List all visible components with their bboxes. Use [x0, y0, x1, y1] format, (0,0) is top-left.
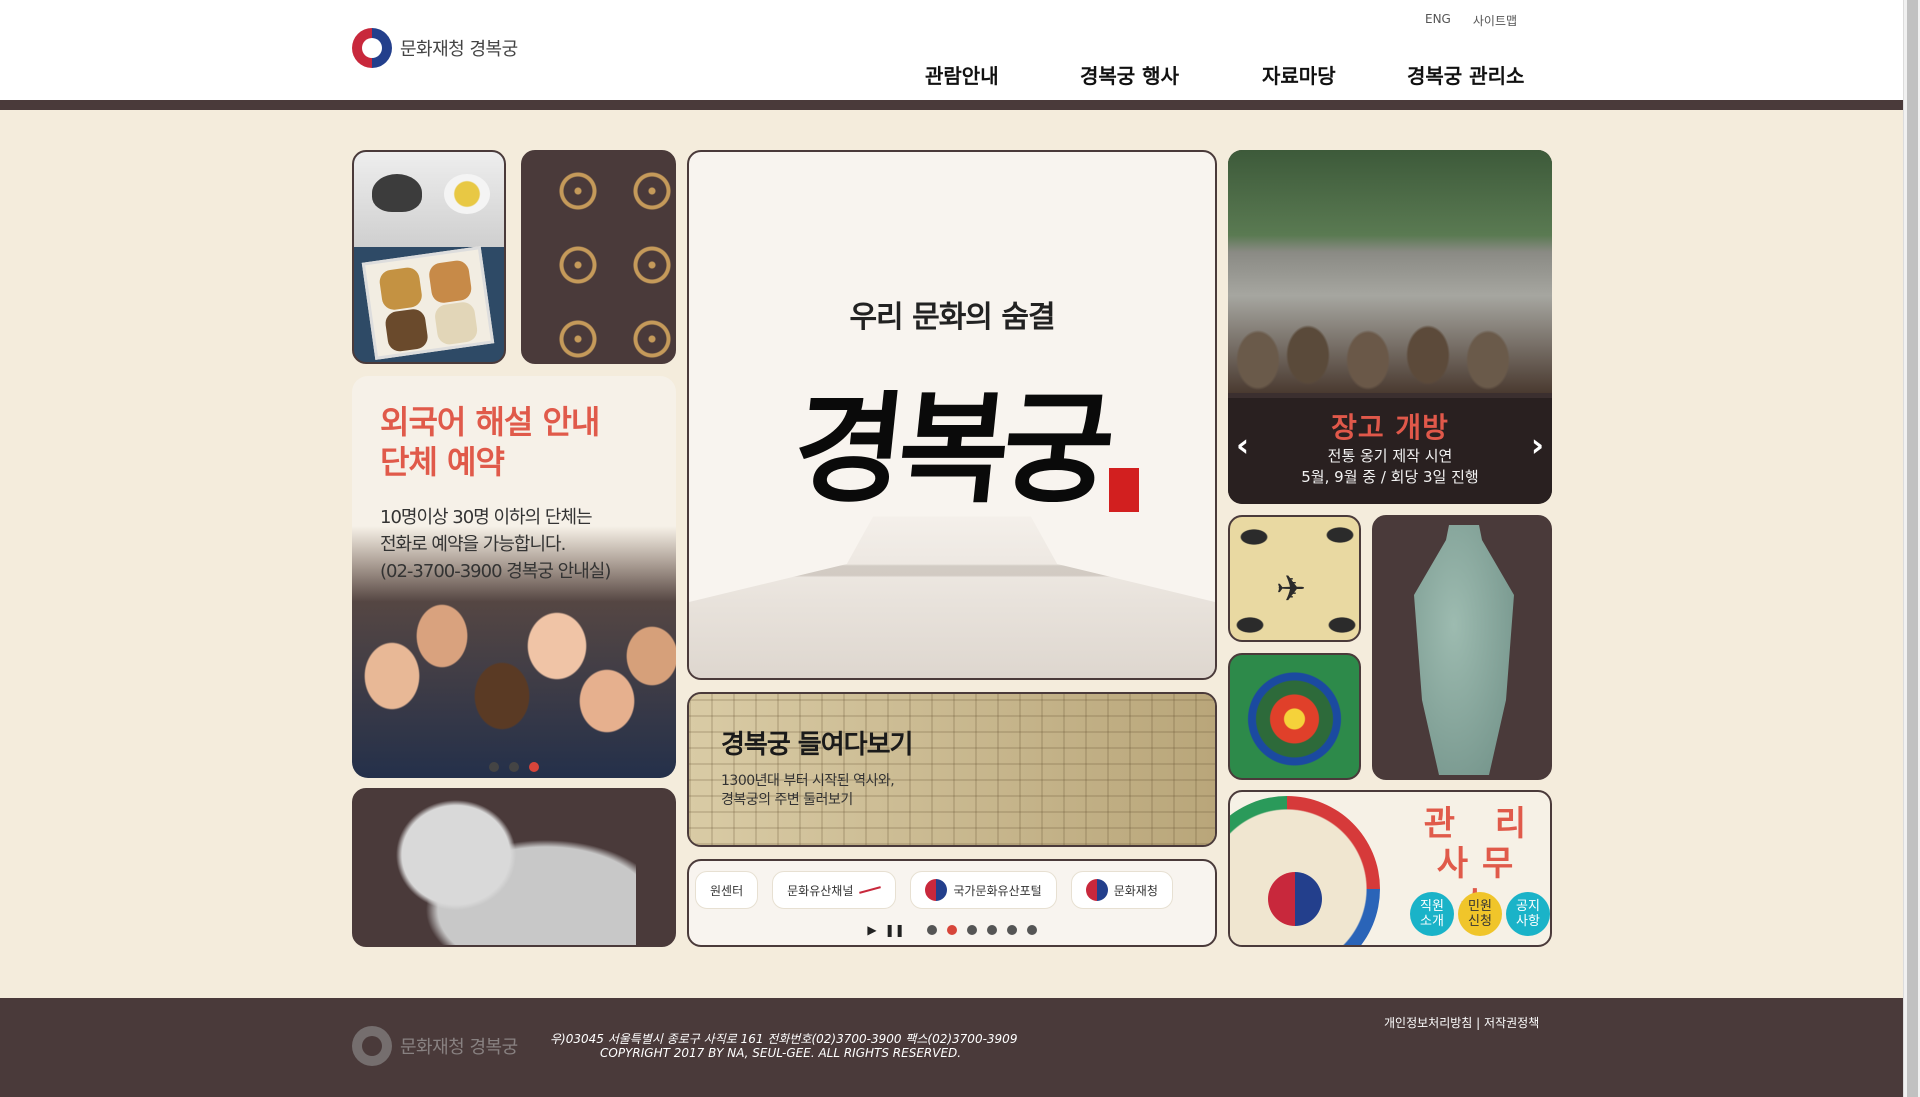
nav-item-resources[interactable]: 자료마당: [1262, 60, 1407, 89]
celadon-vase-image: [1414, 525, 1514, 775]
hero-subtitle: 우리 문화의 숨결: [849, 300, 1055, 335]
play-icon[interactable]: ▶: [867, 923, 876, 937]
site-logo[interactable]: 문화재청 경복궁: [352, 28, 518, 68]
header-divider: [0, 100, 1903, 110]
dancheong-pattern-tile: [1228, 653, 1361, 780]
nav-item-office[interactable]: 경복궁 관리소: [1407, 60, 1524, 89]
onggi-jars-photo: [1228, 150, 1552, 393]
teapot-image: [372, 174, 422, 212]
teacup-image: [444, 174, 490, 214]
guide-description: 10명이상 30명 이하의 단체는 전화로 예약을 가능합니다. (02-370…: [380, 507, 611, 582]
channel-logo-icon: [859, 886, 882, 894]
related-site-card[interactable]: 문화재청: [1070, 871, 1173, 909]
utility-links: ENG 사이트맵: [1425, 12, 1517, 29]
staff-intro-button[interactable]: 직원 소개: [1410, 892, 1454, 936]
slide-dot[interactable]: [1026, 925, 1037, 935]
taegeuk-icon: [1268, 872, 1322, 926]
haetae-statue-tile[interactable]: [352, 788, 676, 947]
privacy-policy-link[interactable]: 개인정보처리방침: [1384, 1016, 1472, 1030]
haetae-statue-image: [396, 800, 636, 945]
header: 문화재청 경복궁 ENG 사이트맵 관람안내 경복궁 행사 자료마당 경복궁 관…: [0, 0, 1903, 100]
tea-dessert-tile[interactable]: [352, 150, 506, 364]
footer-address: 우)03045 서울특별시 종로구 사직로 161 전화번호(02)3700-3…: [550, 1032, 1018, 1060]
office-buttons: 직원 소개 민원 신청 공지 사항: [1410, 892, 1550, 936]
logo-text: 문화재청 경복궁: [400, 39, 518, 60]
event-caption: 장고 개방 전통 옹기 제작 시연 5월, 9월 중 / 회당 3일 진행: [1228, 398, 1552, 504]
celadon-vase-tile[interactable]: [1372, 515, 1552, 780]
copyright-policy-link[interactable]: 저작권정책: [1484, 1016, 1539, 1030]
related-sites-row: 원센터 문화유산채널 국가문화유산포털 문화재청: [695, 871, 1209, 909]
main-hero-banner[interactable]: 우리 문화의 숨결 경복궁: [687, 150, 1217, 680]
old-map-image: [689, 694, 1215, 845]
main-nav: 관람안내 경복궁 행사 자료마당 경복궁 관리소: [925, 60, 1524, 89]
event-banner[interactable]: 장고 개방 전통 옹기 제작 시연 5월, 9월 중 / 회당 3일 진행 ‹ …: [1228, 150, 1552, 504]
event-desc-line2: 5월, 9월 중 / 회당 3일 진행: [1301, 468, 1479, 486]
peek-title: 경복궁 들여다보기: [721, 730, 913, 760]
management-office-banner: 관 리 사무소 직원소개 민원신청 공지사항: [1228, 790, 1552, 947]
event-desc-line1: 전통 옹기 제작 시연: [1327, 447, 1453, 465]
foreign-language-guide-banner[interactable]: 외국어 해설 안내 단체 예약 10명이상 30명 이하의 단체는 전화로 예약…: [352, 376, 676, 778]
crane-pattern-tile: ✈: [1228, 515, 1361, 642]
traditional-pattern-tile: [521, 150, 676, 364]
peek-description: 1300년대 부터 시작된 역사와, 경복궁의 주변 둘러보기: [721, 773, 895, 808]
slide-dot[interactable]: [489, 762, 499, 772]
taegeuk-logo-icon: [925, 879, 948, 901]
related-sites-slider: 원센터 문화유산채널 국가문화유산포털 문화재청 ▶ ❚❚: [687, 859, 1217, 947]
slide-dot[interactable]: [529, 762, 539, 772]
slider-indicators: [926, 925, 1037, 935]
crane-icon: ✈: [1276, 569, 1307, 610]
notice-button[interactable]: 공지 사항: [1506, 892, 1550, 936]
slide-dot[interactable]: [509, 762, 519, 772]
dessert-tray-image: [361, 246, 495, 360]
footer-logo: 문화재청 경복궁: [352, 1026, 518, 1066]
related-site-card[interactable]: 문화유산채널: [772, 871, 897, 909]
pause-icon[interactable]: ❚❚: [885, 923, 905, 937]
guide-slide-indicators: [352, 762, 676, 772]
event-title: 장고 개방: [1331, 411, 1449, 444]
related-site-card[interactable]: 국가문화유산포털: [910, 871, 1057, 909]
slide-dot[interactable]: [946, 925, 957, 935]
nav-item-guide[interactable]: 관람안내: [925, 60, 1080, 89]
taegeuk-logo-icon: [352, 1026, 392, 1066]
palace-peek-banner[interactable]: 경복궁 들여다보기 1300년대 부터 시작된 역사와, 경복궁의 주변 둘러보…: [687, 692, 1217, 847]
taegeuk-logo-icon: [352, 28, 392, 68]
taegeuk-logo-icon: [1085, 879, 1108, 901]
slide-dot[interactable]: [926, 925, 937, 935]
next-arrow-icon[interactable]: ›: [1531, 426, 1544, 464]
red-seal-stamp: [1109, 468, 1139, 512]
footer: 문화재청 경복궁 우)03045 서울특별시 종로구 사직로 161 전화번호(…: [0, 998, 1903, 1097]
civil-request-button[interactable]: 민원 신청: [1458, 892, 1502, 936]
slide-dot[interactable]: [966, 925, 977, 935]
footer-links: 개인정보처리방침 | 저작권정책: [1384, 1016, 1540, 1030]
guide-title: 외국어 해설 안내 단체 예약: [380, 403, 600, 481]
eng-link[interactable]: ENG: [1425, 12, 1451, 29]
prev-arrow-icon[interactable]: ‹: [1236, 426, 1249, 464]
vertical-scrollbar[interactable]: [1903, 0, 1920, 1097]
nav-item-events[interactable]: 경복궁 행사: [1080, 60, 1262, 89]
slider-controls: ▶ ❚❚: [689, 923, 1215, 937]
slide-dot[interactable]: [1006, 925, 1017, 935]
slide-dot[interactable]: [986, 925, 997, 935]
scrollbar-thumb[interactable]: [1907, 0, 1918, 1097]
related-site-card[interactable]: 원센터: [695, 871, 759, 909]
sitemap-link[interactable]: 사이트맵: [1473, 12, 1517, 29]
